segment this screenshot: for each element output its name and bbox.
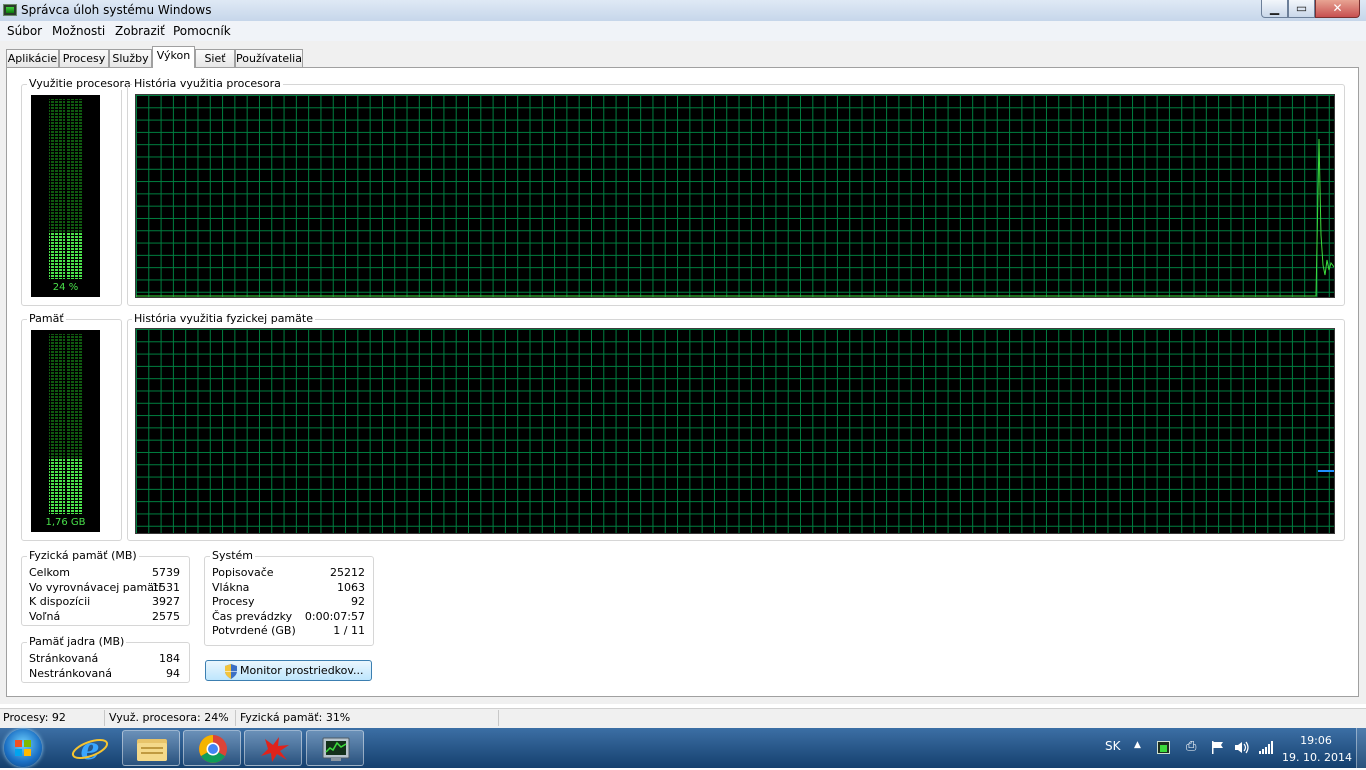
- system-row-value: 1063: [337, 581, 365, 594]
- menu-moznosti[interactable]: Možnosti: [52, 24, 105, 38]
- clock-date[interactable]: 19. 10. 2014: [1282, 751, 1352, 764]
- window-title: Správca úloh systému Windows: [21, 3, 212, 17]
- physical-memory-title: Fyzická pamäť (MB): [27, 549, 139, 562]
- language-indicator[interactable]: SK: [1105, 739, 1121, 753]
- cpu-history-graph: [135, 94, 1335, 298]
- shield-icon: [225, 664, 237, 679]
- status-separator: [104, 710, 105, 726]
- status-separator: [235, 710, 236, 726]
- system-row-label: Vlákna: [212, 581, 250, 594]
- memory-gauge: [31, 330, 100, 532]
- menu-zobrazit[interactable]: Zobraziť: [115, 24, 165, 38]
- red-app-icon: [261, 737, 289, 762]
- system-row-value: 25212: [330, 566, 365, 579]
- status-processes: Procesy: 92: [3, 711, 66, 724]
- kernel-memory-row-label: Nestránkovaná: [29, 667, 112, 680]
- cpu-history-line: [136, 138, 1334, 297]
- cpu-usage-label: Využitie procesora: [27, 77, 133, 90]
- tab-aplikacie[interactable]: Aplikácie: [6, 49, 59, 67]
- show-desktop-button[interactable]: [1356, 728, 1366, 768]
- cpu-gauge-bars: [49, 99, 82, 279]
- status-cpu: Využ. procesora: 24%: [109, 711, 229, 724]
- memory-gauge-value: 1,76 GB: [45, 517, 86, 528]
- physical-memory-row-value: 1531: [152, 581, 180, 594]
- system-row-label: Procesy: [212, 595, 255, 608]
- taskbar-red-app[interactable]: [244, 730, 302, 766]
- physical-memory-row-value: 2575: [152, 610, 180, 623]
- physical-memory-row-label: Celkom: [29, 566, 70, 579]
- memory-history-label: História využitia fyzickej pamäte: [132, 312, 315, 325]
- svg-text:e: e: [80, 732, 99, 766]
- system-title: Systém: [210, 549, 256, 562]
- status-memory: Fyzická pamäť: 31%: [240, 711, 351, 724]
- memory-label: Pamäť: [27, 312, 66, 325]
- system-row-label: Potvrdené (GB): [212, 624, 296, 637]
- resource-monitor-button[interactable]: Monitor prostriedkov...: [205, 660, 372, 681]
- system-row-label: Popisovače: [212, 566, 274, 579]
- maximize-button[interactable]: ▭: [1288, 0, 1315, 18]
- clock-time[interactable]: 19:06: [1290, 734, 1342, 747]
- taskbar-file-explorer[interactable]: [122, 730, 180, 766]
- cpu-gauge-value: 24 %: [52, 282, 79, 293]
- menu-pomocnik[interactable]: Pomocník: [173, 24, 231, 38]
- internet-explorer-icon: e: [71, 732, 109, 767]
- physical-memory-row-label: K dispozícii: [29, 595, 91, 608]
- system-row-value: 1 / 11: [333, 624, 365, 637]
- show-hidden-icons-button[interactable]: ▲: [1134, 740, 1141, 750]
- system-row-label: Čas prevádzky: [212, 610, 293, 623]
- taskbar-internet-explorer[interactable]: e: [61, 730, 119, 767]
- kernel-memory-row-label: Stránkovaná: [29, 652, 99, 665]
- file-explorer-icon: [137, 739, 167, 761]
- close-button[interactable]: ✕: [1315, 0, 1360, 18]
- task-manager-icon: [3, 4, 17, 16]
- memory-gauge-bars: [49, 334, 82, 514]
- physical-memory-row-label: Voľná: [29, 610, 61, 623]
- action-center-flag-icon[interactable]: [1211, 740, 1225, 758]
- cpu-history-label: História využitia procesora: [132, 77, 283, 90]
- physical-memory-row-value: 5739: [152, 566, 180, 579]
- status-separator: [498, 710, 499, 726]
- volume-icon[interactable]: [1234, 740, 1250, 758]
- physical-memory-row-value: 3927: [152, 595, 180, 608]
- cpu-gauge: [31, 95, 100, 297]
- tab-vykon[interactable]: Výkon: [152, 46, 195, 68]
- menu-subor[interactable]: Súbor: [7, 24, 42, 38]
- tab-sluzby[interactable]: Služby: [109, 49, 152, 67]
- system-row-value: 92: [351, 595, 365, 608]
- device-icon[interactable]: ⎙: [1186, 739, 1196, 754]
- kernel-memory-row-value: 184: [159, 652, 180, 665]
- tab-procesy[interactable]: Procesy: [59, 49, 109, 67]
- tab-siet[interactable]: Sieť: [195, 49, 235, 67]
- start-button[interactable]: [4, 729, 42, 767]
- network-signal-icon[interactable]: [1258, 740, 1274, 758]
- resource-monitor-label: Monitor prostriedkov...: [240, 664, 364, 677]
- minimize-button[interactable]: ▁: [1261, 0, 1288, 18]
- task-manager-icon: [322, 737, 350, 761]
- task-manager-tray-icon[interactable]: [1157, 741, 1170, 754]
- memory-history-line: [1318, 470, 1334, 472]
- kernel-memory-title: Pamäť jadra (MB): [27, 635, 127, 648]
- tab-pouzivatelia[interactable]: Používatelia: [235, 49, 303, 67]
- kernel-memory-row-value: 94: [166, 667, 180, 680]
- windows-logo-icon: [15, 740, 31, 756]
- system-row-value: 0:00:07:57: [304, 610, 365, 623]
- taskbar-chrome[interactable]: [183, 730, 241, 766]
- chrome-icon: [199, 735, 227, 763]
- memory-history-graph: [135, 328, 1335, 534]
- taskbar-task-manager[interactable]: [306, 730, 364, 766]
